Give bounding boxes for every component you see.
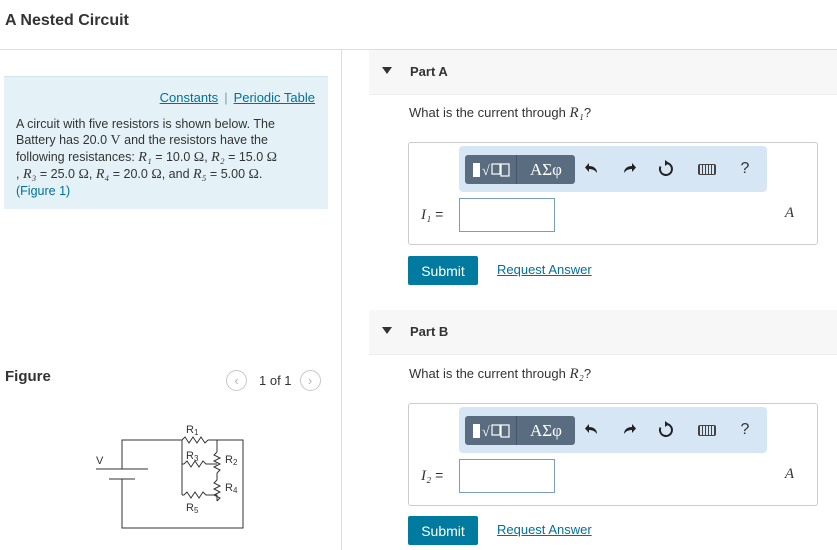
request-answer-link[interactable]: Request Answer [497,262,592,277]
submit-button[interactable]: Submit [408,256,478,285]
statement-line-2: Battery has 20.0 V and the resistors hav… [16,133,268,148]
figure-page-count: 1 of 1 [259,373,292,388]
statement-line-4: , R₃ = 25.0 Ω, R₄ = 20.0 Ω, and R₅ = 5.0… [16,167,263,182]
part-a-question: What is the current through R₁? [409,105,592,121]
resistor-r5 [183,491,208,499]
label-r2: R2 [225,454,238,467]
collapse-triangle-icon[interactable] [382,327,392,334]
reset-icon[interactable] [656,420,676,440]
figure-heading: Figure [5,368,51,385]
label-r1: R1 [186,424,199,437]
problem-statement: A circuit with five resistors is shown b… [16,116,321,199]
greek-symbols-icon[interactable]: AΣφ [517,155,575,184]
constants-link[interactable]: Constants [160,90,219,105]
voltage-unit: V [110,133,121,148]
r1-symbol: R₁ [138,150,152,165]
svg-text:√: √ [482,164,490,179]
reset-icon[interactable] [656,159,676,179]
keyboard-icon[interactable] [697,159,717,179]
label-r3: R3 [186,450,199,463]
svg-text:√: √ [482,425,490,440]
r5-symbol: R₅ [193,167,207,182]
undo-icon[interactable] [582,159,602,179]
chevron-right-icon[interactable]: › [299,370,321,391]
figure-pager: ‹ 1 of 1 › [226,370,321,391]
label-r5: R5 [186,502,199,515]
templates-icon[interactable]: √ [465,416,517,445]
request-answer-link[interactable]: Request Answer [497,522,592,537]
part-a-label: Part A [410,64,448,79]
equation-toolbar: √ AΣφ ? [459,407,767,453]
help-icon[interactable]: ? [735,420,755,440]
r2-symbol: R₂ [211,150,225,165]
periodic-table-link[interactable]: Periodic Table [234,90,315,105]
label-r4: R4 [225,482,238,495]
resistor-r1 [181,436,209,444]
help-icon[interactable]: ? [735,159,755,179]
equation-toolbar: √ AΣφ ? [459,146,767,192]
unit-label: A [784,466,794,482]
resistor-r2 [212,451,222,474]
submit-button[interactable]: Submit [408,516,478,545]
answer-input[interactable] [459,198,555,232]
part-b-label: Part B [410,324,449,339]
r3-symbol: R₃ [22,167,37,182]
r4-symbol: R₄ [95,167,110,182]
part-a-header[interactable]: Part A [369,50,837,95]
part-b-answer-box: √ AΣφ ? I₂ = A [408,403,818,506]
chevron-left-icon[interactable]: ‹ [226,370,247,391]
resource-links: Constants | Periodic Table [160,90,315,105]
answer-input[interactable] [459,459,555,493]
figure-reference-link[interactable]: (Figure 1) [16,183,321,199]
statement-line-1: A circuit with five resistors is shown b… [16,117,275,131]
part-a-answer-box: √ AΣφ ? I₁ = A [408,142,818,245]
wire-top [121,439,182,469]
part-b-question: What is the current through R₂? [409,366,592,382]
circuit-diagram[interactable]: V R1 R3 R2 R4 R5 [88,418,258,533]
label-v: V [96,455,104,467]
problem-info-box: Constants | Periodic Table A circuit with … [4,76,328,209]
column-divider [341,50,342,550]
statement-line-3: following resistances: R₁ = 10.0 Ω, R₂ =… [16,150,278,165]
variable-label: I₁ = [421,206,444,223]
redo-icon[interactable] [619,159,639,179]
undo-icon[interactable] [582,420,602,440]
redo-icon[interactable] [619,420,639,440]
template-symbol-group: √ AΣφ [465,155,575,184]
templates-icon[interactable]: √ [465,155,517,184]
unit-label: A [784,205,794,221]
template-symbol-group: √ AΣφ [465,416,575,445]
page-title: A Nested Circuit [5,12,129,29]
keyboard-icon[interactable] [697,420,717,440]
collapse-triangle-icon[interactable] [382,67,392,74]
part-b-header[interactable]: Part B [369,310,837,355]
link-separator: | [224,90,228,105]
variable-label: I₂ = [421,467,444,484]
greek-symbols-icon[interactable]: AΣφ [517,416,575,445]
